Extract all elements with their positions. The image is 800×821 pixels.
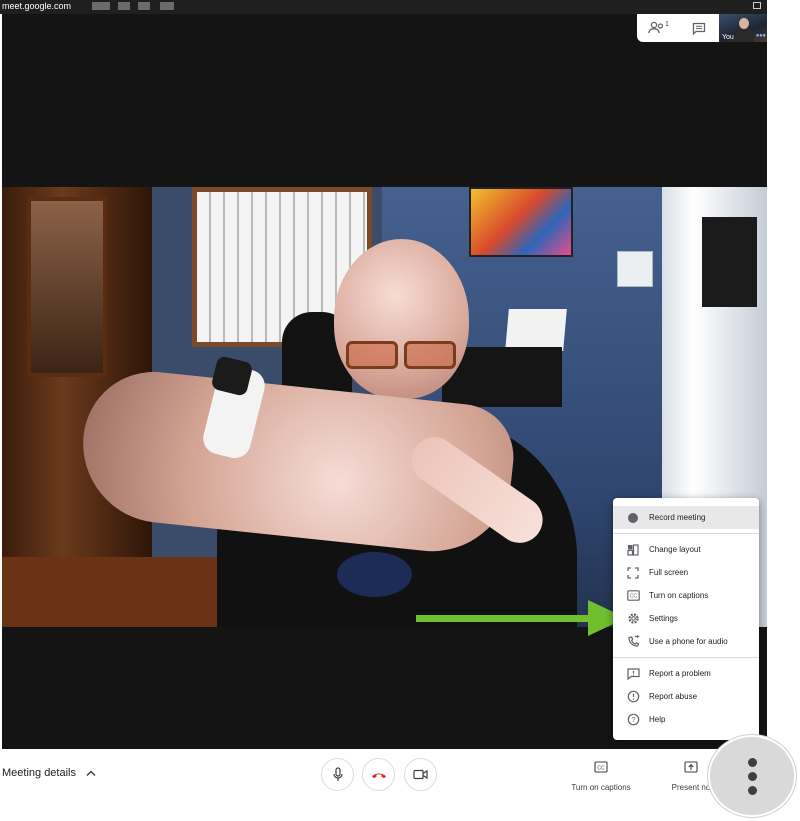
blurred-tab	[160, 2, 174, 10]
captions-label: Turn on captions	[571, 783, 631, 792]
chat-icon	[692, 22, 706, 35]
menu-item-label: Report abuse	[649, 692, 698, 701]
menu-item-full-screen[interactable]: Full screen	[613, 561, 759, 584]
svg-text:CC: CC	[597, 765, 605, 771]
browser-url-bar[interactable]: meet.google.com	[0, 0, 767, 14]
glasses-lens-right	[404, 341, 456, 369]
menu-item-label: Change layout	[649, 545, 701, 554]
leave-call-button[interactable]	[362, 758, 395, 791]
chat-button[interactable]	[684, 18, 714, 38]
menu-item-settings[interactable]: Settings	[613, 607, 759, 630]
self-view-body	[734, 28, 754, 42]
menu-item-label: Turn on captions	[649, 591, 709, 600]
camera-button[interactable]	[404, 758, 437, 791]
blurred-tab	[138, 2, 150, 10]
video-door-pane	[702, 217, 757, 307]
green-arrow-annotation	[416, 600, 626, 636]
more-dots-icon	[747, 757, 757, 767]
menu-item-label: Help	[649, 715, 666, 724]
menu-item-change-layout[interactable]: Change layout	[613, 538, 759, 561]
menu-item-label: Settings	[649, 614, 678, 623]
report-problem-icon	[626, 667, 640, 681]
battery-icon	[753, 2, 761, 9]
more-options-menu: Record meeting Change layout Full screen…	[613, 498, 759, 740]
chevron-up-icon	[86, 770, 96, 777]
video-light-switch	[617, 251, 653, 287]
layout-icon	[626, 543, 640, 557]
video-paper	[505, 309, 567, 351]
fullscreen-icon	[626, 566, 640, 580]
menu-item-use-phone-for-audio[interactable]: Use a phone for audio	[613, 630, 759, 653]
report-abuse-icon	[626, 690, 640, 704]
video-person-glasses	[342, 337, 460, 377]
present-screen-icon	[684, 761, 698, 773]
camera-icon	[413, 769, 428, 780]
video-poster	[469, 187, 573, 257]
meeting-details-label: Meeting details	[2, 767, 76, 779]
video-shirt-logo	[337, 552, 412, 597]
self-view-thumbnail[interactable]: You ● ● ●	[719, 14, 767, 42]
captions-icon: CC	[594, 761, 608, 773]
captions-icon: CC	[626, 589, 640, 603]
page-gutter	[767, 0, 800, 749]
menu-item-label: Full screen	[649, 568, 689, 577]
meeting-details-button[interactable]: Meeting details	[2, 767, 97, 779]
audio-dots-icon: ● ● ●	[755, 33, 766, 39]
more-dots-icon	[747, 771, 757, 781]
menu-divider	[613, 657, 759, 658]
menu-item-record-meeting[interactable]: Record meeting	[613, 506, 759, 529]
screenshot-root: meet.google.com 1 You ● ● ● Record meeti…	[0, 0, 800, 821]
hang-up-shape	[371, 773, 386, 778]
menu-item-report-problem[interactable]: Report a problem	[613, 662, 759, 685]
svg-text:CC: CC	[629, 594, 637, 600]
present-label: Present no	[671, 783, 711, 792]
help-icon: ?	[626, 713, 640, 727]
people-icon	[648, 21, 664, 34]
menu-item-label: Use a phone for audio	[649, 637, 728, 646]
more-options-button[interactable]	[708, 735, 796, 817]
more-dots-icon	[747, 785, 757, 795]
menu-item-turn-on-captions[interactable]: CC Turn on captions	[613, 584, 759, 607]
participants-count: 1	[665, 20, 669, 28]
blurred-tab	[92, 2, 110, 10]
url-text: meet.google.com	[2, 1, 72, 11]
participants-button[interactable]: 1	[643, 18, 673, 38]
self-view-head	[739, 18, 749, 29]
svg-text:?: ?	[631, 717, 635, 724]
hang-up-icon	[371, 773, 386, 778]
glasses-lens-left	[346, 341, 398, 369]
record-icon	[626, 511, 640, 525]
turn-on-captions-button[interactable]: CC Turn on captions	[561, 760, 641, 795]
menu-item-label: Report a problem	[649, 669, 711, 678]
microphone-button[interactable]	[321, 758, 354, 791]
arrow-shaft	[416, 615, 590, 622]
menu-item-label: Record meeting	[649, 513, 706, 522]
microphone-icon	[332, 767, 343, 781]
menu-item-report-abuse[interactable]: Report abuse	[613, 685, 759, 708]
gear-icon	[626, 612, 640, 626]
menu-divider	[613, 533, 759, 534]
blurred-tab	[118, 2, 130, 10]
video-cabinet-glass	[27, 197, 107, 377]
menu-item-help[interactable]: ? Help	[613, 708, 759, 731]
self-view-label: You	[722, 34, 734, 41]
phone-audio-icon	[626, 635, 640, 649]
